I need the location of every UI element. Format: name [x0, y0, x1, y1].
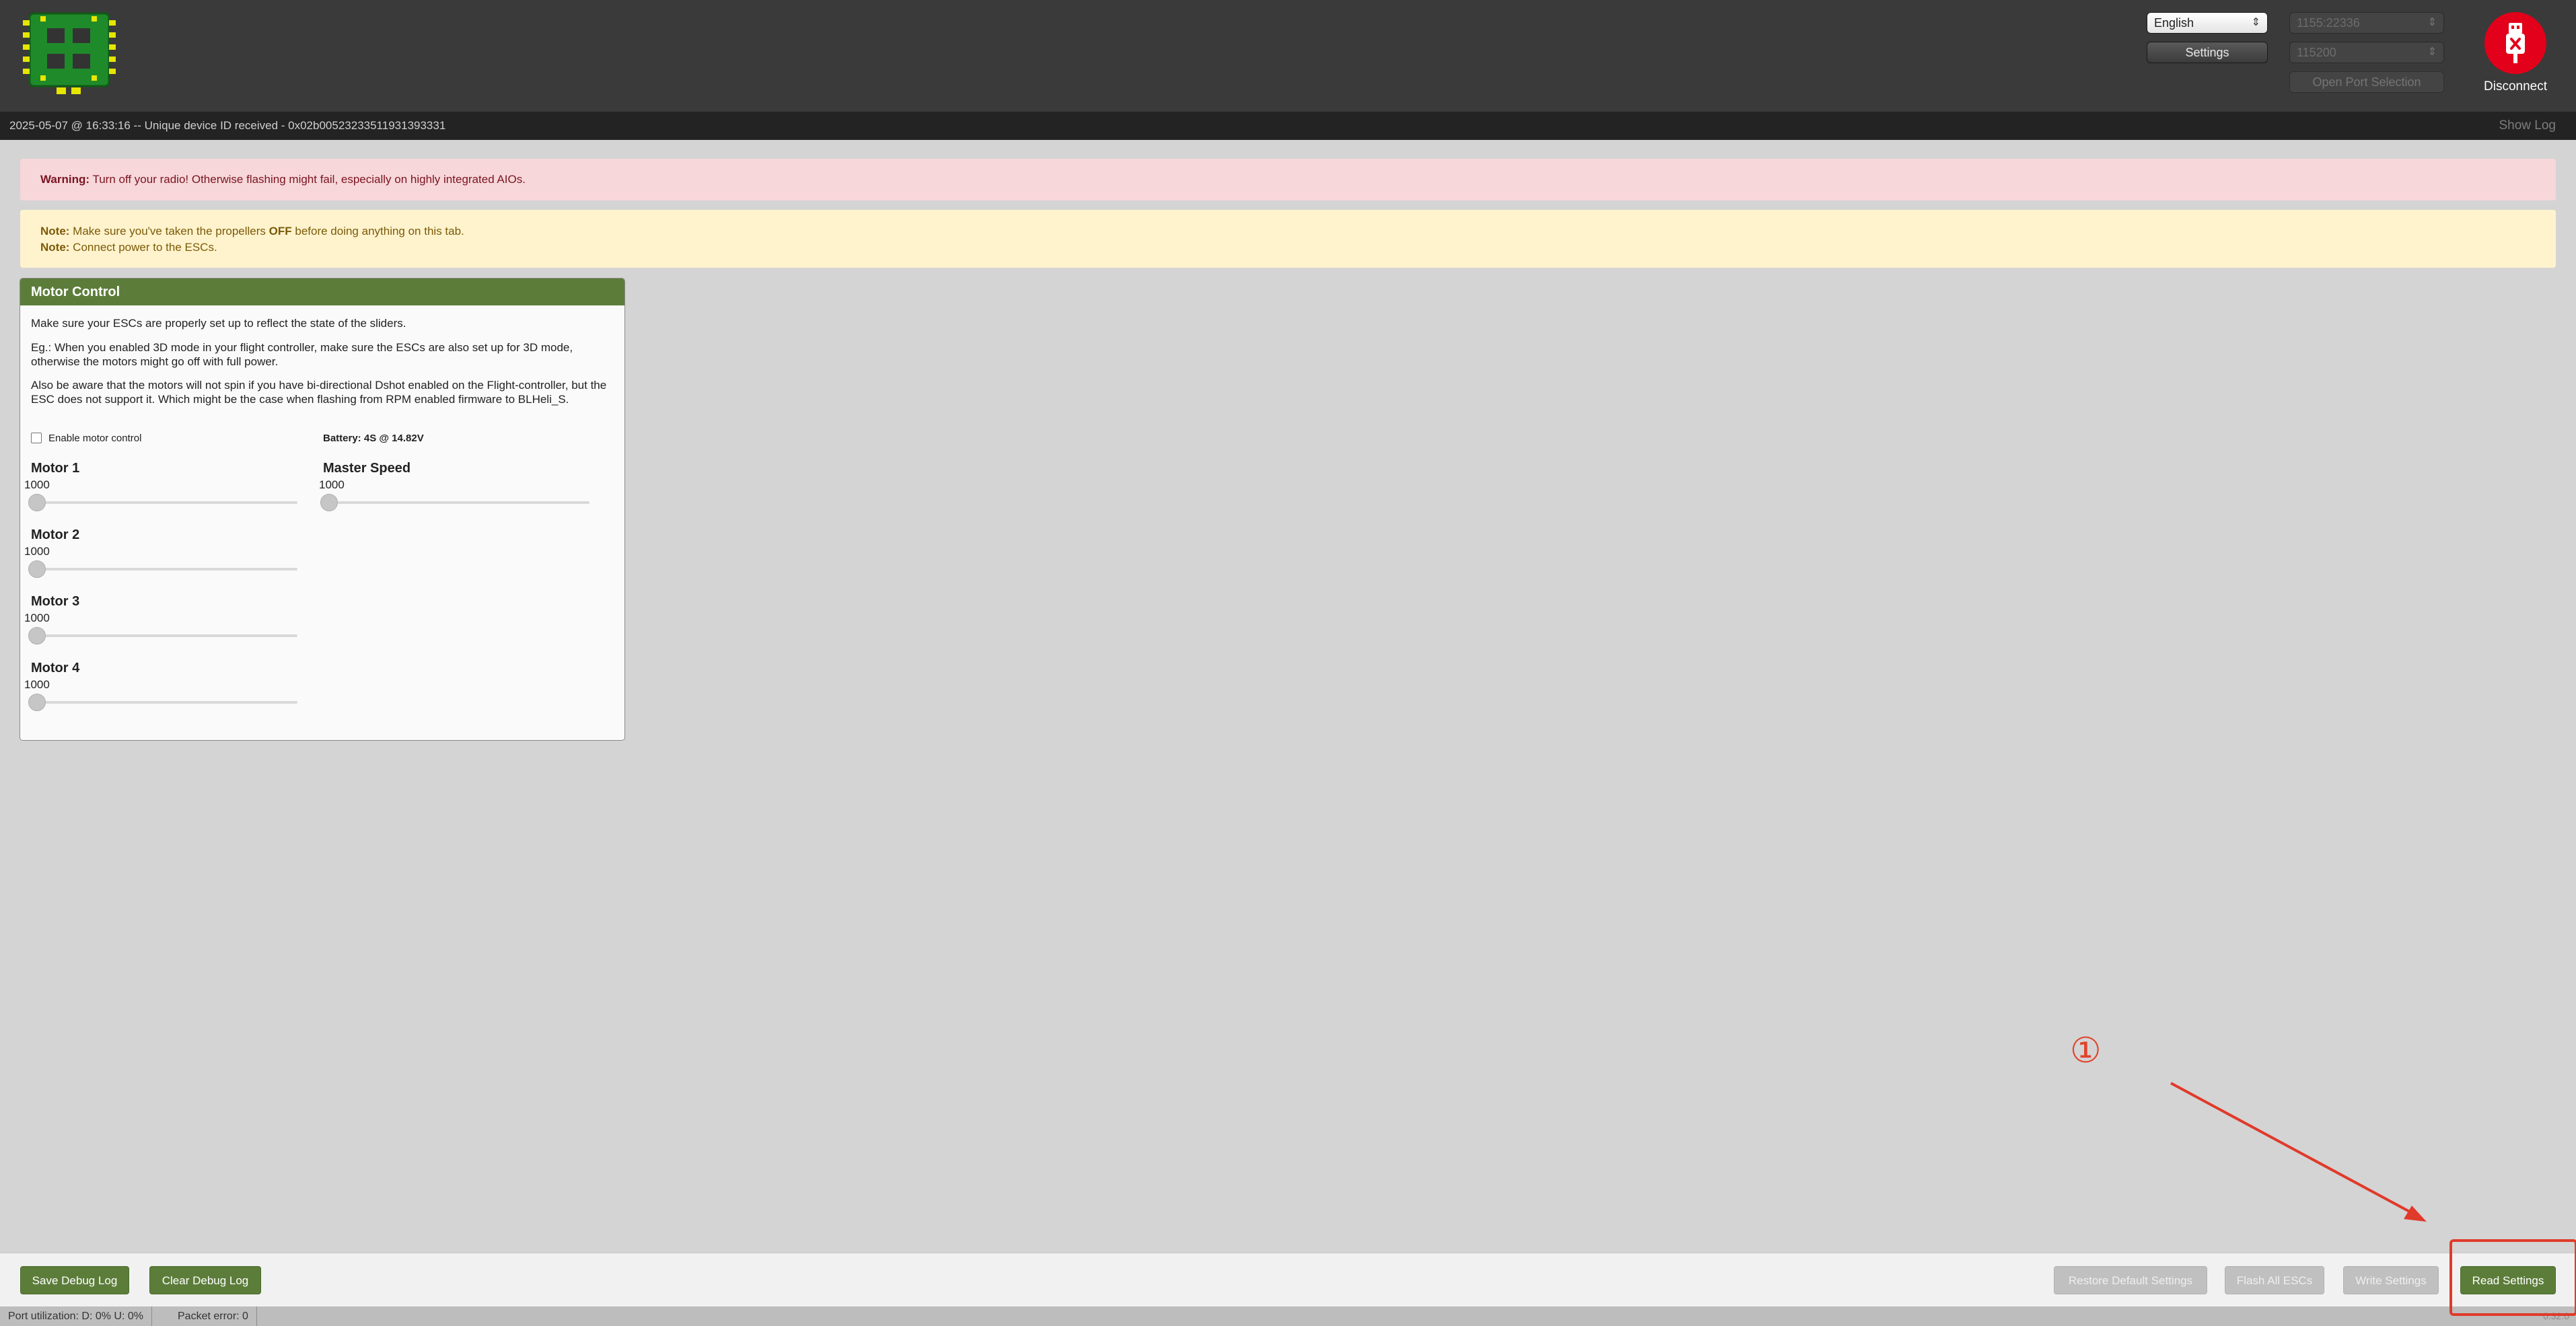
battery-status: Battery: 4S @ 14.82V [323, 433, 424, 444]
port-utilization: Port utilization: D: 0% U: 0% [0, 1306, 152, 1326]
motor-2-value: 1000 [24, 545, 50, 558]
language-value: English [2154, 16, 2194, 30]
packet-error: Packet error: 0 [170, 1306, 257, 1326]
panel-paragraph: Eg.: When you enabled 3D mode in your fl… [31, 341, 573, 368]
motor-4-label: Motor 4 [31, 661, 80, 675]
restore-default-settings-button[interactable]: Restore Default Settings [2054, 1266, 2207, 1294]
open-port-selection-button[interactable]: Open Port Selection [2289, 71, 2444, 93]
master-speed-label: Master Speed [323, 461, 411, 476]
write-settings-button[interactable]: Write Settings [2343, 1266, 2439, 1294]
motor-1-value: 1000 [24, 478, 50, 491]
annotation-highlight-box [2449, 1239, 2576, 1316]
panel-title: Motor Control [20, 279, 624, 305]
motor-4-slider-thumb[interactable] [28, 694, 46, 711]
bottom-toolbar: Save Debug Log Clear Debug Log Restore D… [0, 1253, 2576, 1306]
motor-2-slider-track[interactable] [28, 568, 297, 570]
log-message: 2025-05-07 @ 16:33:16 -- Unique device I… [9, 119, 446, 132]
note-line-1: Note: Make sure you've taken the propell… [40, 223, 2536, 240]
select-arrows-icon: ⇕ [2251, 17, 2260, 28]
master-speed-slider-track[interactable] [320, 501, 589, 504]
baud-value: 115200 [2297, 46, 2336, 59]
flash-all-escs-button[interactable]: Flash All ESCs [2225, 1266, 2324, 1294]
note-text: Make sure you've taken the propellers [69, 225, 269, 237]
motor-1-label: Motor 1 [31, 461, 80, 476]
motor-3-slider-track[interactable] [28, 634, 297, 637]
port-value: 1155:22336 [2297, 16, 2360, 30]
disconnect-label[interactable]: Disconnect [2456, 79, 2575, 94]
show-log-link[interactable]: Show Log [2499, 112, 2556, 140]
annotation-step-number: ① [2070, 1031, 2102, 1071]
enable-motor-control-checkbox[interactable] [31, 433, 42, 443]
note-text: before doing anything on this tab. [291, 225, 464, 237]
motor-1-slider-track[interactable] [28, 501, 297, 504]
disconnect-button[interactable] [2484, 12, 2546, 74]
select-arrows-icon: ⇕ [2427, 46, 2437, 58]
note-line-2: Note: Connect power to the ESCs. [40, 240, 2536, 256]
motor-1-slider-thumb[interactable] [28, 494, 46, 511]
master-speed-value: 1000 [319, 478, 345, 491]
status-bar: Port utilization: D: 0% U: 0% Packet err… [0, 1306, 2576, 1326]
motor-3-value: 1000 [24, 612, 50, 624]
note-emphasis: OFF [269, 225, 292, 237]
baud-select[interactable]: 115200 ⇕ [2289, 42, 2444, 63]
warning-label: Warning: [40, 173, 90, 186]
top-header: English ⇕ Settings 1155:22336 ⇕ 115200 ⇕… [0, 0, 2576, 112]
motor-2-slider-thumb[interactable] [28, 560, 46, 578]
enable-motor-control-label[interactable]: Enable motor control [48, 433, 141, 444]
warning-banner: Warning: Turn off your radio! Otherwise … [20, 159, 2556, 200]
usb-plug-icon [2506, 23, 2525, 63]
motor-4-slider-track[interactable] [28, 701, 297, 704]
select-arrows-icon: ⇕ [2427, 17, 2437, 28]
warning-text: Turn off your radio! Otherwise flashing … [90, 173, 526, 186]
clear-debug-log-button[interactable]: Clear Debug Log [149, 1266, 261, 1294]
language-select[interactable]: English ⇕ [2147, 12, 2268, 34]
master-speed-slider-thumb[interactable] [320, 494, 338, 511]
note-label: Note: [40, 241, 70, 254]
save-debug-log-button[interactable]: Save Debug Log [20, 1266, 129, 1294]
log-bar: 2025-05-07 @ 16:33:16 -- Unique device I… [0, 112, 2576, 140]
panel-paragraph: Also be aware that the motors will not s… [31, 379, 607, 406]
port-select[interactable]: 1155:22336 ⇕ [2289, 12, 2444, 34]
motor-control-panel: Motor Control Make sure your ESCs are pr… [20, 278, 625, 741]
settings-button[interactable]: Settings [2147, 42, 2268, 63]
note-label: Note: [40, 225, 70, 237]
motor-2-label: Motor 2 [31, 527, 80, 542]
panel-paragraph: Make sure your ESCs are properly set up … [31, 317, 406, 330]
motor-3-slider-thumb[interactable] [28, 627, 46, 644]
motor-4-value: 1000 [24, 678, 50, 691]
esc-board-logo-icon [23, 12, 116, 94]
note-banner: Note: Make sure you've taken the propell… [20, 210, 2556, 268]
motor-3-label: Motor 3 [31, 594, 80, 609]
note-text: Connect power to the ESCs. [69, 241, 217, 254]
